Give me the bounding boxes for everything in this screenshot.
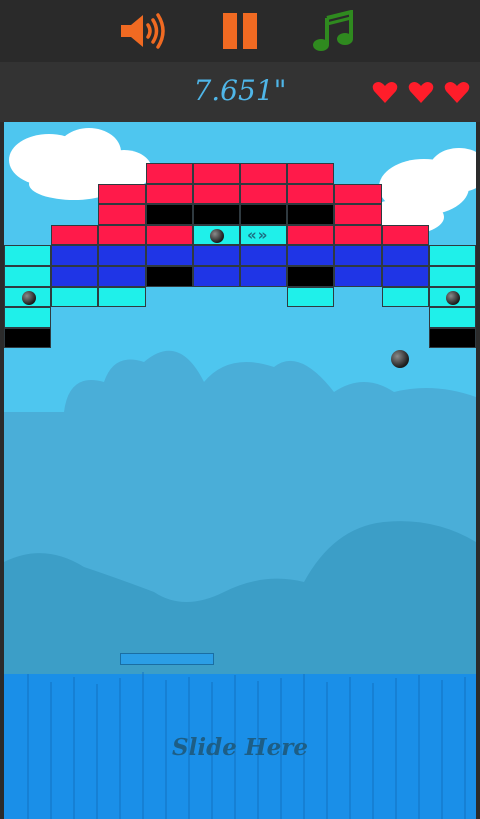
brick-cyan [4, 245, 52, 266]
brick-cyan [428, 286, 476, 308]
heart-life-icon [372, 82, 398, 103]
brick-red [334, 224, 382, 246]
brick-cyan [98, 286, 146, 308]
lives-indicator [372, 80, 470, 104]
brick-blue [98, 245, 146, 266]
brick-red [145, 183, 193, 205]
brick-red [192, 183, 240, 205]
brick-blue [192, 245, 240, 266]
brick-cyan [287, 286, 335, 308]
music-note-icon [313, 10, 353, 51]
brick-blue [192, 266, 240, 287]
brick-cyan [428, 307, 476, 328]
brick-black [145, 266, 193, 287]
pause-button[interactable] [215, 8, 265, 54]
brick-blue [381, 245, 429, 266]
brick-blue [334, 266, 382, 287]
brick-black [145, 204, 193, 225]
pause-icon [223, 13, 257, 49]
brick-blue [51, 245, 99, 266]
brick-cyan [4, 286, 52, 308]
brick-red [287, 163, 335, 184]
expand-arrows-icon: «» [247, 225, 269, 244]
brick-cyan [51, 286, 99, 308]
brick-red [287, 224, 335, 246]
brick-cyan [4, 307, 52, 328]
speaker-volume-icon [121, 13, 165, 49]
brick-red [240, 183, 288, 205]
game-field[interactable]: «» Slide Here [4, 122, 476, 819]
brick-blue [381, 266, 429, 287]
brick-blue [98, 266, 146, 287]
brick-black [428, 327, 476, 349]
brick-red [98, 204, 146, 225]
music-toggle-button[interactable] [308, 8, 358, 54]
brick-blue [287, 245, 335, 266]
heart-life-icon [444, 82, 470, 103]
powerup-ball-icon [21, 290, 36, 305]
brick-cyan [192, 224, 240, 246]
powerup-ball-icon [446, 290, 461, 305]
brick-cyan [381, 286, 429, 308]
brick-red [192, 163, 240, 184]
brick-cyan: «» [240, 224, 288, 246]
brick-black [287, 266, 335, 287]
brick-red [381, 224, 429, 246]
brick-black [240, 204, 288, 225]
brick-red [98, 224, 146, 246]
hud-bar: 7.651" [0, 62, 480, 122]
brick-blue [334, 245, 382, 266]
brick-red [287, 183, 335, 205]
heart-life-icon [408, 82, 434, 103]
brick-black [192, 204, 240, 225]
brick-blue [240, 266, 288, 287]
brick-red [98, 183, 146, 205]
sound-toggle-button[interactable] [117, 8, 167, 54]
slide-here-label: Slide Here [172, 734, 308, 761]
brick-red [51, 224, 99, 246]
game-ball [391, 350, 409, 368]
brick-red [334, 183, 382, 205]
paddle[interactable] [120, 653, 214, 665]
brick-cyan [428, 266, 476, 287]
brick-blue [145, 245, 193, 266]
brick-red [145, 224, 193, 246]
brick-red [334, 204, 382, 225]
brick-blue [51, 266, 99, 287]
brick-cyan [4, 266, 52, 287]
powerup-ball-icon [210, 229, 225, 244]
brick-red [240, 163, 288, 184]
brick-black [4, 327, 52, 349]
brick-black [287, 204, 335, 225]
brick-red [145, 163, 193, 184]
brick-cyan [428, 245, 476, 266]
brick-blue [240, 245, 288, 266]
top-toolbar [0, 0, 480, 62]
